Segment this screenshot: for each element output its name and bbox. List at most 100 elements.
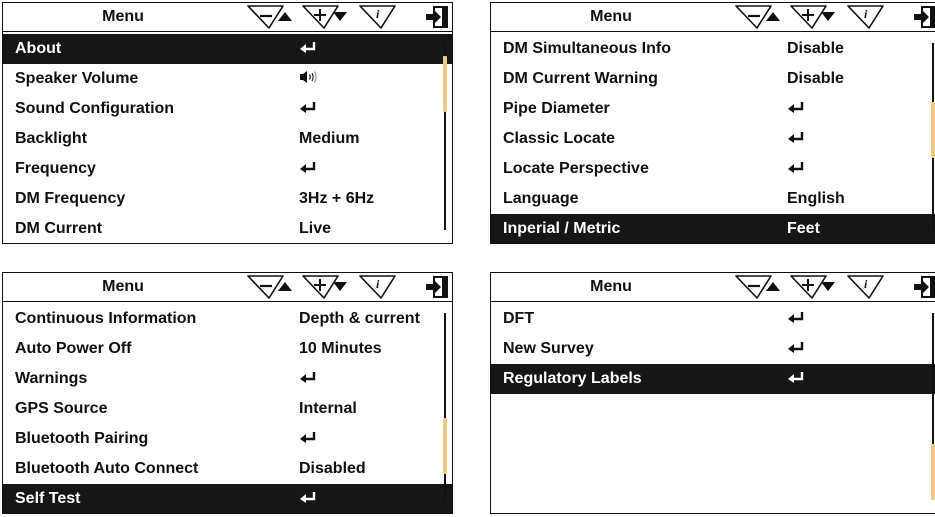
menu-item[interactable]: Bluetooth Auto Connect Disabled [3,454,452,484]
menu-item-value: Medium [299,130,360,147]
menu-item-label: Inperial / Metric [503,220,621,237]
menu-list: DM Simultaneous Info Disable DM Current Wa… [491,34,935,243]
menu-item[interactable]: Language English [491,184,935,214]
scrollbar[interactable] [931,313,935,500]
menu-item[interactable]: Bluetooth Pairing [3,424,452,454]
menu-item[interactable]: Classic Locate [491,124,935,154]
menu-item-value: Disable [787,70,844,87]
menu-item-value [299,424,317,454]
softkey-plus-down[interactable] [302,275,347,299]
menu-item[interactable]: DFT [491,304,935,334]
softkey-plus-down[interactable] [790,5,835,29]
menu-item-label: Classic Locate [503,130,616,147]
panel-header: Menu i [3,273,452,302]
menu-item-value: English [787,190,845,207]
menu-item-value [787,304,805,334]
up-triangle-icon [278,12,292,21]
down-triangle-icon [821,12,835,21]
enter-return-icon [300,372,316,384]
menu-item-label: Locate Perspective [503,160,649,177]
scrollbar[interactable] [443,43,447,230]
exit-icon[interactable] [914,6,935,28]
menu-item-value [299,94,317,124]
menu-item-value: 10 Minutes [299,340,382,357]
enter-return-icon [788,372,804,384]
enter-return-icon [300,42,316,54]
enter-return-icon [788,162,804,174]
scrollbar[interactable] [931,43,935,230]
menu-item-value [299,34,317,64]
menu-title: Menu [590,278,632,295]
menu-item[interactable]: Speaker Volume [3,64,452,94]
menu-item-selected[interactable]: Self Test [3,484,452,513]
scrollbar[interactable] [443,313,447,500]
enter-return-icon [788,132,804,144]
menu-item-value [299,484,317,513]
panel-header: Menu i [3,3,452,32]
softkey-info[interactable]: i [847,5,884,29]
softkey-plus-down[interactable] [790,275,835,299]
softkey-info[interactable]: i [359,5,396,29]
menu-item-label: Backlight [15,130,88,147]
speaker-volume-icon [300,71,317,84]
enter-return-icon [300,492,316,504]
menu-item[interactable]: DM Simultaneous Info Disable [491,34,935,64]
exit-icon[interactable] [914,276,935,298]
enter-return-icon [300,102,316,114]
menu-panel-2: Menu i DM Simultaneous Info Disable DM Cur… [490,2,935,244]
menu-item-label: Regulatory Labels [503,370,642,387]
menu-item[interactable]: Locate Perspective [491,154,935,184]
menu-item[interactable]: DM Current Warning Disable [491,64,935,94]
menu-list: Continuous Information Depth & current Aut… [3,304,452,513]
menu-item[interactable]: Frequency [3,154,452,184]
menu-item[interactable]: Continuous Information Depth & current [3,304,452,334]
menu-title: Menu [102,8,144,25]
menu-item[interactable]: Pipe Diameter [491,94,935,124]
softkey-bar: i [735,4,935,30]
menu-item[interactable]: Warnings [3,364,452,394]
exit-icon[interactable] [426,6,448,28]
scrollbar-thumb[interactable] [931,444,935,500]
menu-panel-4: Menu i DFT New Survey Regulatory Labels [490,272,935,514]
softkey-info[interactable]: i [359,275,396,299]
scrollbar-thumb[interactable] [443,418,447,474]
softkey-info[interactable]: i [847,275,884,299]
menu-item-selected[interactable]: Regulatory Labels [491,364,935,394]
enter-return-icon [788,342,804,354]
menu-title: Menu [102,278,144,295]
enter-return-icon [788,102,804,114]
up-triangle-icon [766,12,780,21]
menu-item[interactable]: GPS Source Internal [3,394,452,424]
softkey-minus-up[interactable] [735,275,780,299]
menu-item-label: Self Test [15,490,81,507]
menu-item-label: Pipe Diameter [503,100,610,117]
menu-item[interactable]: DM Frequency 3Hz + 6Hz [3,184,452,214]
menu-list: About Speaker Volume Sound Configuration… [3,34,452,243]
menu-item-label: Auto Power Off [15,340,132,357]
menu-item[interactable]: Backlight Medium [3,124,452,154]
softkey-minus-up[interactable] [735,5,780,29]
scrollbar-thumb[interactable] [443,56,447,112]
down-triangle-icon [821,282,835,291]
exit-icon[interactable] [426,276,448,298]
menu-item[interactable]: Sound Configuration [3,94,452,124]
menu-item-label: DM Current Warning [503,70,658,87]
menu-item-label: DM Simultaneous Info [503,40,671,57]
softkey-minus-up[interactable] [247,5,292,29]
menu-item[interactable]: New Survey [491,334,935,364]
enter-return-icon [788,312,804,324]
menu-panel-1: Menu i About Speaker Volume Sound Config… [2,2,453,244]
enter-return-icon [300,162,316,174]
menu-item-selected[interactable]: Inperial / Metric Feet [491,214,935,243]
menu-item[interactable]: Auto Power Off 10 Minutes [3,334,452,364]
menu-item-selected[interactable]: About [3,34,452,64]
softkey-plus-down[interactable] [302,5,347,29]
menu-item-label: DM Frequency [15,190,126,207]
menu-item[interactable]: DM Current Live [3,214,452,243]
softkey-minus-up[interactable] [247,275,292,299]
menu-item-label: Warnings [15,370,88,387]
menu-list: DFT New Survey Regulatory Labels [491,304,935,394]
scrollbar-thumb[interactable] [931,102,935,158]
menu-item-value: Disable [787,40,844,57]
menu-item-label: Frequency [15,160,96,177]
